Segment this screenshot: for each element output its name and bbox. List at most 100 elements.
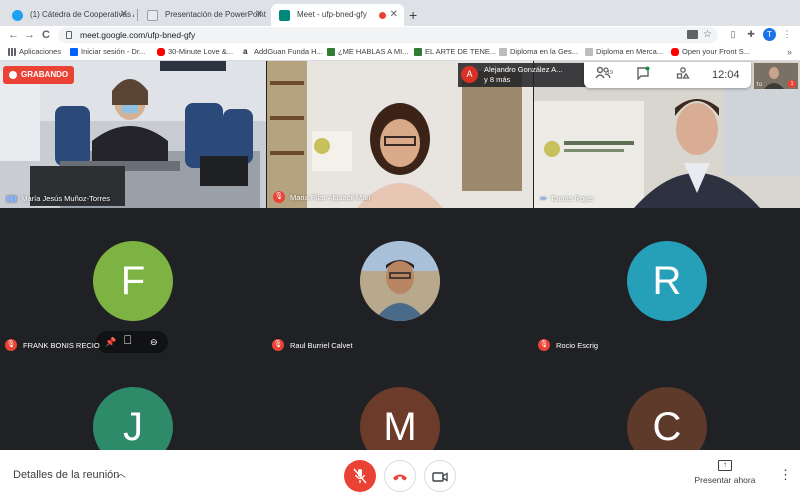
meet-icon	[279, 10, 290, 21]
participant-name: Tomás Rojas	[550, 194, 594, 203]
self-view-tile[interactable]: Tú 1	[754, 63, 798, 89]
avatar-photo	[360, 241, 440, 321]
document-icon	[147, 10, 158, 21]
browser-menu-icon[interactable]: ⋮	[781, 28, 793, 40]
close-tab-icon[interactable]: ✕	[120, 4, 128, 26]
profile-avatar[interactable]: T	[763, 28, 776, 41]
self-label: Tú	[756, 82, 762, 88]
reload-button[interactable]: C	[42, 27, 50, 43]
url-text[interactable]: meet.google.com/ufp-bned-gfy	[80, 27, 195, 43]
more-participants-tag[interactable]: A Alejandro González A... y 8 más	[458, 63, 586, 87]
chevron-up-icon[interactable]: ︿	[116, 450, 126, 500]
participant-name: María Jesús Muñoz-Torres	[21, 194, 110, 203]
recording-indicator: GRABANDO	[3, 66, 74, 84]
remove-participant-icon[interactable]: ⊖	[150, 334, 158, 350]
participant-name: Rocio Escrig	[556, 340, 599, 350]
people-icon[interactable]: 19	[594, 66, 614, 84]
participant-name: Raul Burriel Calvet	[290, 340, 353, 350]
participant-name: Alejandro González A...	[484, 65, 563, 74]
page-icon	[499, 48, 507, 56]
self-badge: 1	[788, 80, 796, 88]
participant-name: FRANK BONIS RECIO	[23, 340, 100, 350]
camera-toggle-button[interactable]	[424, 460, 456, 492]
youtube-icon	[157, 48, 165, 56]
record-dot-icon	[9, 71, 17, 79]
mic-off-icon: 🎙	[538, 339, 550, 351]
mute-participant-icon[interactable]: ⎕	[124, 332, 131, 348]
participant-name-tag: ▮▮▮ María Jesús Muñoz-Torres	[6, 194, 110, 203]
leave-call-button[interactable]	[384, 460, 416, 492]
participant-tile[interactable]: GRABANDO ▮▮▮ María Jesús Muñoz-Torres	[0, 61, 266, 208]
meeting-clock: 12:04	[712, 69, 740, 81]
bookmark-apps[interactable]: Aplicaciones	[8, 44, 61, 60]
bookmark-item[interactable]: EL ARTE DE TENE...	[414, 44, 496, 60]
lock-icon	[66, 31, 72, 39]
youtube-icon	[671, 48, 679, 56]
tile-hover-controls: 📌 ⎕ ⊖	[96, 331, 168, 353]
participant-name-tag: ••• Tomás Rojas	[540, 194, 594, 203]
participant-name-tag: 🎙 FRANK BONIS RECIO	[5, 339, 100, 351]
meet-top-toolbar: 19 12:04	[584, 62, 751, 88]
bookmark-item[interactable]: Open your Front S...	[671, 44, 750, 60]
mic-off-icon: 🎙	[5, 339, 17, 351]
participant-name-tag: 🎙 Rocio Escrig	[538, 339, 598, 351]
more-options-icon[interactable]: ⋮	[779, 450, 792, 500]
participant-avatar: A	[461, 66, 478, 83]
bookmark-item[interactable]: 30-Minute Love &...	[157, 44, 233, 60]
tab-catedra-cooperativas[interactable]: (1) Cátedra de Cooperativas Ag ✕	[4, 4, 134, 26]
bookmark-item[interactable]: Iniciar sesión - Dr...	[70, 44, 145, 60]
bookmarks-overflow-button[interactable]: »	[787, 44, 792, 60]
mic-off-icon: 🎙	[272, 339, 284, 351]
address-bar[interactable]: meet.google.com/ufp-bned-gfy ☆	[58, 27, 718, 43]
participant-name-tag: 🎙 Raul Burriel Calvet	[272, 339, 353, 351]
apps-grid-icon	[8, 48, 16, 56]
twitter-icon	[12, 10, 23, 21]
tab-title: (1) Cátedra de Cooperativas Ag	[30, 10, 134, 19]
activities-icon[interactable]	[674, 66, 692, 84]
participant-avatar[interactable]	[360, 241, 440, 321]
participant-name: Maria Pilar Alguacil Mari	[290, 192, 371, 202]
mic-toggle-button[interactable]	[344, 460, 376, 492]
tab-divider	[137, 9, 138, 21]
bookmark-item[interactable]: a AddGuan Funda H...	[243, 44, 323, 60]
participant-avatar[interactable]: F	[93, 241, 173, 321]
close-tab-icon[interactable]: ✕	[390, 4, 398, 26]
close-tab-icon[interactable]: ✕	[255, 4, 263, 26]
participant-avatar[interactable]: R	[627, 241, 707, 321]
book-icon	[327, 48, 335, 56]
forward-button[interactable]: →	[24, 27, 35, 43]
pin-icon[interactable]: 📌	[105, 334, 116, 350]
bookmark-star-icon[interactable]: ☆	[703, 27, 712, 43]
browser-tab-bar: (1) Cátedra de Cooperativas Ag ✕ Present…	[0, 0, 800, 26]
camera-indicator-icon[interactable]	[687, 30, 698, 39]
mic-off-icon: 🎙	[273, 191, 285, 203]
extensions-puzzle-icon[interactable]: ✚	[745, 28, 757, 40]
back-button[interactable]: ←	[8, 27, 19, 43]
camera-icon	[432, 472, 448, 482]
dropbox-icon	[70, 48, 78, 56]
present-now-label: Presentar ahora	[694, 475, 756, 485]
page-icon	[585, 48, 593, 56]
extension-doc-icon[interactable]: ▯	[727, 28, 739, 40]
speaking-indicator-icon: •••	[540, 194, 546, 203]
tab-title: Presentación de PowerPoint	[165, 10, 266, 19]
present-now-button[interactable]: ↑ Presentar ahora	[690, 460, 760, 485]
present-screen-icon: ↑	[718, 460, 732, 471]
speaking-indicator-icon: ▮▮▮	[6, 194, 17, 203]
bookmark-item[interactable]: ¿ME HABLAS A MI...	[327, 44, 408, 60]
recording-dot-icon	[379, 12, 386, 19]
hang-up-icon	[393, 474, 407, 481]
chat-icon[interactable]	[634, 66, 652, 84]
new-tab-button[interactable]: +	[409, 4, 417, 26]
tab-powerpoint[interactable]: Presentación de PowerPoint ✕	[139, 4, 269, 26]
more-participants-count: y 8 más	[484, 75, 511, 84]
meeting-details-button[interactable]: Detalles de la reunión	[13, 450, 119, 500]
book-icon	[414, 48, 422, 56]
tab-meet[interactable]: Meet - ufp-bned-gfy ✕	[271, 4, 404, 26]
meet-stage: GRABANDO ▮▮▮ María Jesús Muñoz-Torres 🎙 …	[0, 61, 800, 467]
bookmark-item[interactable]: Diploma en Merca...	[585, 44, 663, 60]
mic-off-icon	[353, 468, 367, 484]
bookmark-item[interactable]: Diploma en la Ges...	[499, 44, 578, 60]
meet-bottom-bar: Detalles de la reunión ︿ ↑ Presentar aho…	[0, 450, 800, 500]
participant-count: 19	[607, 70, 614, 76]
